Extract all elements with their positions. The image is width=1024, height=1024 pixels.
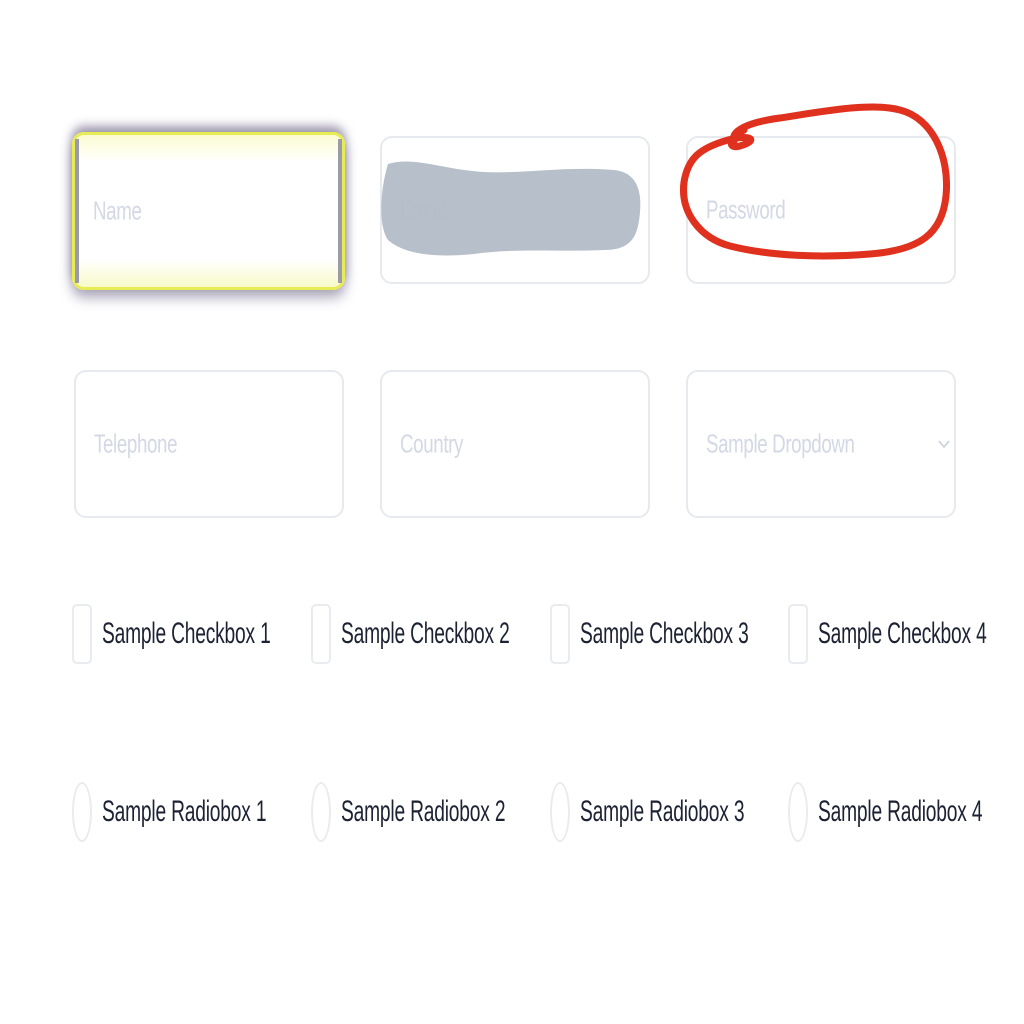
checkbox[interactable] [550,604,570,664]
password-placeholder: Password [706,194,786,225]
checkbox[interactable] [311,604,331,664]
highlight-edge-right [338,139,342,283]
radio-button[interactable] [311,782,331,842]
telephone-placeholder: Telephone [94,428,178,459]
telephone-input[interactable]: Telephone [74,370,344,518]
checkbox[interactable] [72,604,92,664]
checkbox-label: Sample Checkbox 1 [102,617,271,650]
country-input[interactable]: Country [380,370,650,518]
email-placeholder: Email [400,194,446,225]
radio-button[interactable] [550,782,570,842]
radio-button[interactable] [72,782,92,842]
password-input[interactable]: Password [686,136,956,284]
checkbox[interactable] [788,604,808,664]
radio-button[interactable] [788,782,808,842]
radio-label: Sample Radiobox 4 [818,795,983,828]
checkbox-label: Sample Checkbox 3 [580,617,749,650]
radio-label: Sample Radiobox 3 [580,795,745,828]
name-placeholder: Name [93,195,142,226]
dropdown-placeholder: Sample Dropdown [706,428,855,459]
sample-dropdown[interactable]: Sample Dropdown [686,370,956,518]
radio-option-4[interactable]: Sample Radiobox 4 [788,782,1024,842]
name-input[interactable]: Name [72,132,345,290]
checkbox-label: Sample Checkbox 2 [341,617,510,650]
checkbox-option-4[interactable]: Sample Checkbox 4 [788,604,1024,664]
chevron-down-icon [938,440,950,449]
radio-label: Sample Radiobox 1 [102,795,267,828]
country-placeholder: Country [400,428,464,459]
highlight-edge-left [75,139,79,283]
checkbox-label: Sample Checkbox 4 [818,617,987,650]
radio-label: Sample Radiobox 2 [341,795,506,828]
email-input[interactable]: Email [380,136,650,284]
